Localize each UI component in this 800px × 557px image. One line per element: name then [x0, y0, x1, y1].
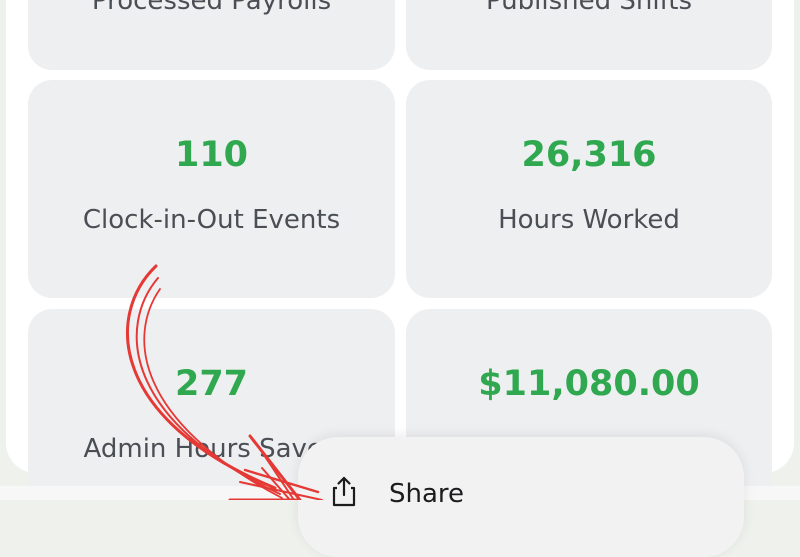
stat-label: Processed Payrolls	[91, 0, 332, 16]
stat-card-processed-payrolls: Processed Payrolls	[28, 0, 395, 70]
share-icon[interactable]	[328, 475, 360, 507]
stat-label: Hours Worked	[498, 205, 680, 235]
stat-value: 110	[174, 135, 249, 175]
share-menu-item[interactable]: Share	[389, 478, 464, 510]
stat-value: $11,080.00	[478, 364, 700, 404]
stat-value: 277	[174, 364, 249, 404]
share-menu	[298, 437, 744, 557]
stat-label: Published Shifts	[485, 0, 693, 16]
stat-value: 26,316	[521, 135, 657, 175]
stat-card-hours-worked: 26,316 Hours Worked	[406, 80, 772, 298]
stat-card-clock-events: 110 Clock-in-Out Events	[28, 80, 395, 298]
stat-label: Clock-in-Out Events	[82, 205, 341, 235]
stat-card-published-shifts: Published Shifts	[406, 0, 772, 70]
